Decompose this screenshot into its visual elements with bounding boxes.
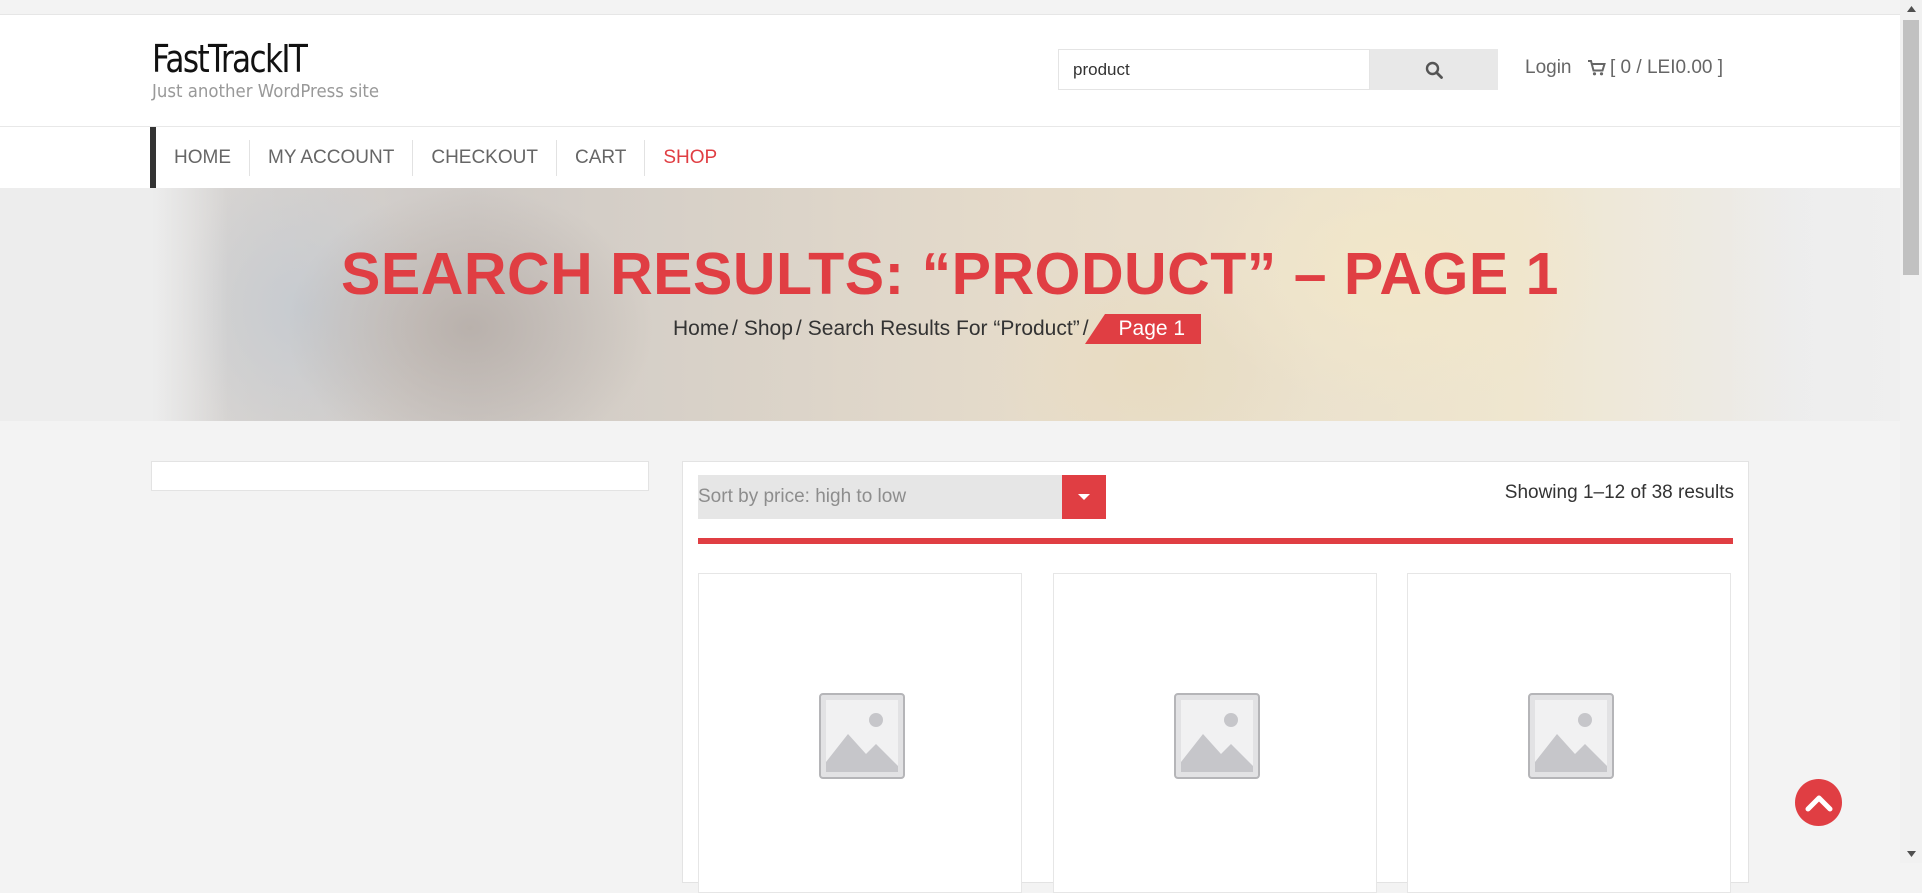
scrollbar-thumb[interactable] <box>1903 20 1919 275</box>
cart-icon <box>1588 60 1606 76</box>
search-input[interactable] <box>1058 49 1370 90</box>
search-button[interactable] <box>1370 49 1498 90</box>
breadcrumb-separator: / <box>732 317 738 340</box>
site-title[interactable]: FastTrackIT <box>152 37 308 81</box>
search-icon <box>1425 61 1443 79</box>
page-header-banner: SEARCH RESULTS: “PRODUCT” – PAGE 1 Home … <box>0 188 1900 421</box>
scroll-down-button[interactable] <box>1900 845 1922 863</box>
main-navigation: HOME MY ACCOUNT CHECKOUT CART SHOP <box>0 127 1900 188</box>
breadcrumb-current-page: Page 1 <box>1084 314 1202 344</box>
nav-menu: HOME MY ACCOUNT CHECKOUT CART SHOP <box>150 127 735 188</box>
nav-item-checkout[interactable]: CHECKOUT <box>413 139 557 176</box>
breadcrumb: Home / Shop / Search Results For “Produc… <box>673 314 1202 344</box>
scroll-up-button[interactable] <box>1900 0 1922 18</box>
result-count: Showing 1–12 of 38 results <box>1504 482 1734 503</box>
divider <box>698 538 1733 544</box>
search-form <box>1058 49 1498 90</box>
sort-selected-value: Sort by price: high to low <box>698 486 907 507</box>
chevron-up-icon <box>1805 795 1832 811</box>
back-to-top-button[interactable] <box>1795 779 1842 826</box>
placeholder-image-icon <box>1174 693 1260 779</box>
scroll-down-arrow-icon <box>1906 851 1916 857</box>
login-link[interactable]: Login <box>1525 57 1572 79</box>
breadcrumb-search-results[interactable]: Search Results For “Product” <box>808 317 1080 341</box>
page-title: SEARCH RESULTS: “PRODUCT” – PAGE 1 <box>341 241 1559 307</box>
product-listing: Sort by price: high to low Showing 1–12 … <box>682 461 1749 893</box>
nav-item-cart[interactable]: CART <box>557 139 646 176</box>
nav-item-home[interactable]: HOME <box>156 139 250 176</box>
product-card[interactable] <box>698 573 1022 893</box>
vertical-scrollbar[interactable] <box>1900 0 1922 863</box>
nav-item-shop[interactable]: SHOP <box>645 140 735 176</box>
chevron-down-icon <box>1078 494 1090 500</box>
cart-summary: [ 0 / LEI0.00 ] <box>1610 57 1724 78</box>
placeholder-image-icon <box>819 693 905 779</box>
breadcrumb-shop[interactable]: Shop <box>744 317 793 341</box>
sidebar-widget <box>151 461 649 491</box>
product-card[interactable] <box>1407 573 1731 893</box>
site-description: Just another WordPress site <box>152 81 380 102</box>
sort-select[interactable]: Sort by price: high to low <box>698 475 1106 519</box>
breadcrumb-separator: / <box>795 317 802 340</box>
cart-link[interactable]: [ 0 / LEI0.00 ] <box>1587 57 1723 79</box>
placeholder-image-icon <box>1528 693 1614 779</box>
nav-item-my-account[interactable]: MY ACCOUNT <box>250 139 414 176</box>
sort-dropdown-button[interactable] <box>1062 475 1106 519</box>
site-header: FastTrackIT Just another WordPress site … <box>0 15 1900 127</box>
scroll-up-arrow-icon <box>1906 6 1916 12</box>
breadcrumb-home[interactable]: Home <box>673 317 729 341</box>
product-card[interactable] <box>1053 573 1377 893</box>
